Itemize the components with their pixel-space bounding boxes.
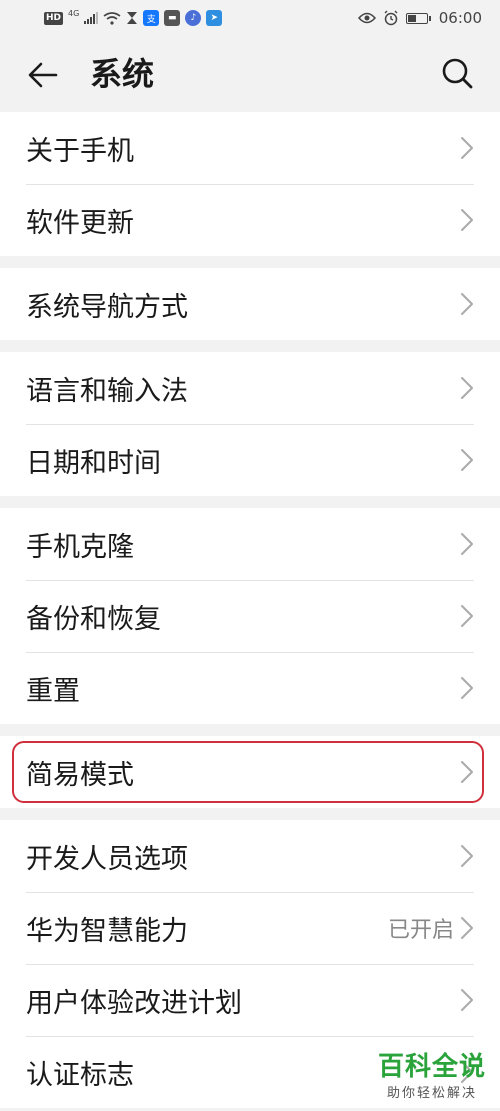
chevron-right-icon bbox=[461, 605, 473, 627]
settings-item-right bbox=[460, 292, 474, 316]
settings-item-right bbox=[460, 760, 474, 784]
chevron-right-icon bbox=[461, 917, 473, 939]
settings-item[interactable]: 华为智慧能力 已开启 bbox=[0, 892, 500, 964]
send-icon: ➤ bbox=[206, 10, 223, 26]
chevron-right-icon bbox=[461, 677, 473, 699]
settings-list: 关于手机 软件更新 系统导航方式 语言和输入法 日期和时间 手机克隆 备份和恢复 重置 简易模式… bbox=[0, 112, 500, 1108]
settings-item-status: 已开启 bbox=[387, 918, 454, 943]
settings-group: 手机克隆备份和恢复重置 bbox=[0, 508, 500, 724]
settings-item-right bbox=[460, 376, 474, 400]
chevron-right-icon bbox=[461, 377, 473, 399]
settings-item-right bbox=[460, 532, 474, 556]
settings-group: 系统导航方式 bbox=[0, 268, 500, 340]
settings-item[interactable]: 用户体验改进计划 bbox=[0, 964, 500, 1036]
settings-item-label: 备份和恢复 bbox=[26, 603, 161, 635]
chevron-right-icon bbox=[461, 761, 473, 783]
chevron-right-icon bbox=[461, 449, 473, 471]
watermark: 百科全说 助你轻松解决 bbox=[378, 1052, 486, 1101]
settings-item-label: 简易模式 bbox=[26, 759, 134, 791]
chevron-right-icon bbox=[461, 293, 473, 315]
settings-item-right bbox=[460, 676, 474, 700]
settings-item-label: 手机克隆 bbox=[26, 531, 134, 563]
chevron-right-icon bbox=[461, 209, 473, 231]
settings-item-label: 语言和输入法 bbox=[26, 375, 188, 407]
signal-icon bbox=[84, 12, 99, 24]
status-left-icons: HD 4G 支 ▬ ♪ ➤ bbox=[44, 8, 223, 26]
watermark-subtitle: 助你轻松解决 bbox=[386, 1086, 477, 1101]
watermark-title: 百科全说 bbox=[377, 1052, 486, 1082]
search-icon[interactable] bbox=[440, 56, 474, 90]
settings-item-right bbox=[460, 136, 474, 160]
status-bar: HD 4G 支 ▬ ♪ ➤ 06:00 bbox=[0, 0, 500, 36]
settings-item-right: 已开启 bbox=[388, 912, 474, 944]
settings-group: 语言和输入法 日期和时间 bbox=[0, 352, 500, 496]
status-right-icons: 06:00 bbox=[357, 9, 482, 27]
chevron-right-icon bbox=[461, 989, 473, 1011]
settings-item-right bbox=[460, 604, 474, 628]
eye-icon bbox=[357, 12, 376, 24]
settings-group: 简易模式 bbox=[0, 736, 500, 808]
settings-item-right bbox=[460, 844, 474, 868]
back-arrow-icon[interactable] bbox=[26, 58, 60, 92]
music-icon: ♪ bbox=[185, 10, 202, 26]
chevron-right-icon bbox=[461, 533, 473, 555]
settings-item[interactable]: 语言和输入法 bbox=[0, 352, 500, 424]
wifi-icon bbox=[103, 11, 121, 25]
settings-item[interactable]: 系统导航方式 bbox=[0, 268, 500, 340]
app-header: 系统 bbox=[0, 36, 500, 112]
alarm-icon bbox=[384, 10, 398, 26]
settings-item[interactable]: 日期和时间 bbox=[0, 424, 500, 496]
settings-item-label: 软件更新 bbox=[26, 207, 134, 239]
settings-group: 关于手机 软件更新 bbox=[0, 112, 500, 256]
hd-icon: HD bbox=[44, 11, 64, 25]
chevron-right-icon bbox=[461, 845, 473, 867]
status-time: 06:00 bbox=[438, 9, 482, 27]
settings-item[interactable]: 简易模式 bbox=[0, 736, 500, 808]
settings-item-label: 用户体验改进计划 bbox=[26, 987, 242, 1019]
network-label: 4G bbox=[68, 8, 80, 18]
settings-item-right bbox=[460, 448, 474, 472]
chevron-right-icon bbox=[461, 137, 473, 159]
settings-item[interactable]: 重置 bbox=[0, 652, 500, 724]
settings-item[interactable]: 手机克隆 bbox=[0, 508, 500, 580]
alipay-icon: 支 bbox=[143, 10, 160, 26]
hourglass-icon bbox=[127, 12, 138, 24]
settings-item-label: 开发人员选项 bbox=[26, 843, 188, 875]
settings-item-label: 系统导航方式 bbox=[26, 291, 188, 323]
settings-item-label: 认证标志 bbox=[26, 1059, 134, 1091]
settings-item-right bbox=[460, 988, 474, 1012]
settings-item-label: 华为智慧能力 bbox=[26, 915, 188, 947]
settings-item[interactable]: 备份和恢复 bbox=[0, 580, 500, 652]
settings-item[interactable]: 软件更新 bbox=[0, 184, 500, 256]
message-icon: ▬ bbox=[164, 10, 181, 26]
settings-item-label: 日期和时间 bbox=[26, 447, 161, 479]
settings-item-label: 关于手机 bbox=[26, 135, 134, 167]
settings-item[interactable]: 关于手机 bbox=[0, 112, 500, 184]
settings-item-right bbox=[460, 208, 474, 232]
page-title: 系统 bbox=[90, 55, 155, 93]
battery-icon bbox=[405, 12, 431, 24]
settings-item-label: 重置 bbox=[26, 675, 80, 707]
settings-item[interactable]: 开发人员选项 bbox=[0, 820, 500, 892]
